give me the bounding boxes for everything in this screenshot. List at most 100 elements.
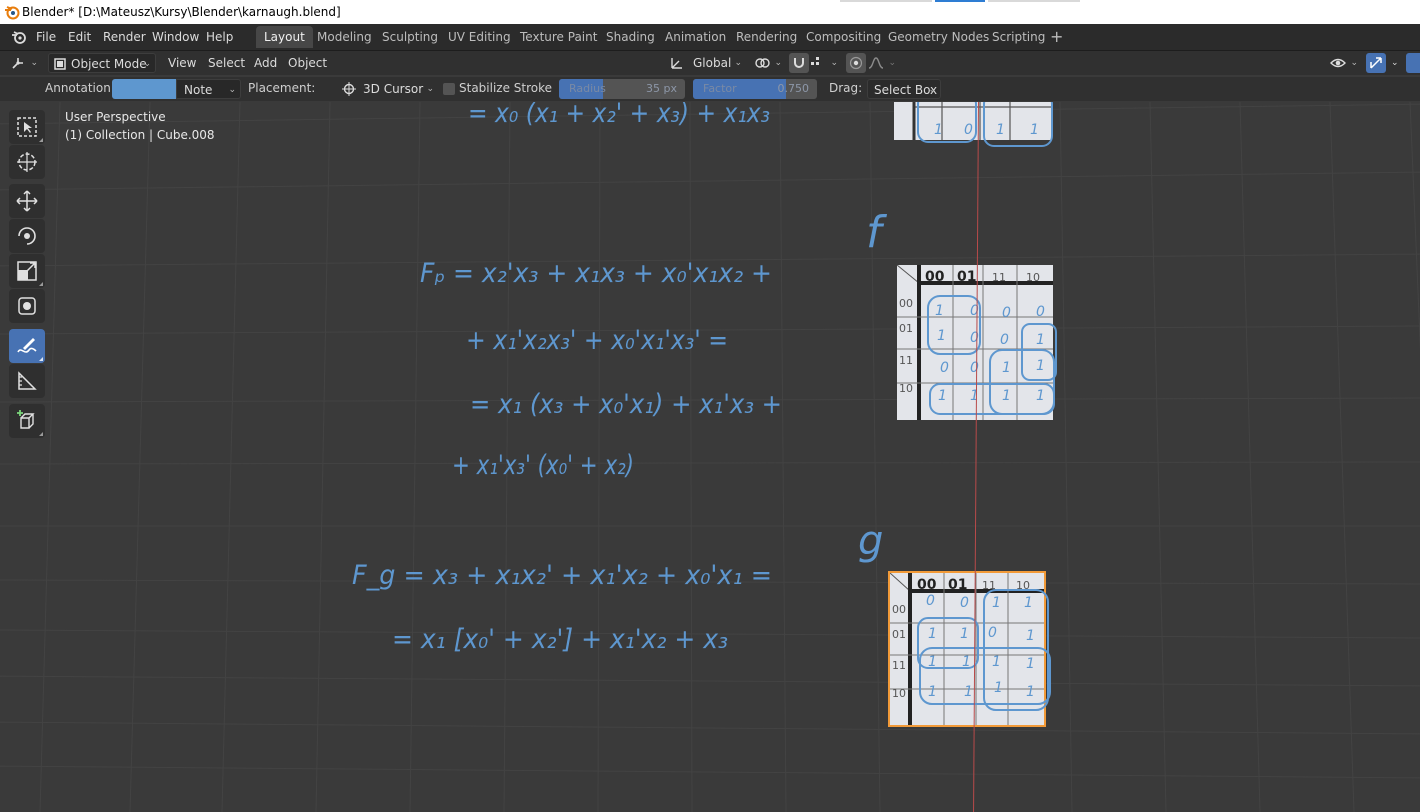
menu-select[interactable]: Select <box>208 53 245 73</box>
pivot-point-dropdown[interactable]: ⌄ <box>752 53 786 73</box>
tab-modeling[interactable]: Modeling <box>309 26 380 48</box>
menu-file[interactable]: File <box>36 28 56 46</box>
menu-add[interactable]: Add <box>254 53 277 73</box>
viewport-header: ⌄ Object Mode ⌄ View Select Add Object G… <box>0 51 1420 75</box>
titlebar-strip <box>988 0 1080 2</box>
annotation-eq-f-4: + x₁'x₃' (x₀' + x₂) <box>452 450 634 481</box>
chevron-down-icon: ⌄ <box>774 58 782 68</box>
tab-uv-editing[interactable]: UV Editing <box>440 26 519 48</box>
tool-transform[interactable] <box>9 289 45 323</box>
blender-menu-icon[interactable] <box>11 30 27 44</box>
gizmo-toggle[interactable] <box>1366 53 1386 73</box>
snap-increment-icon <box>811 57 819 65</box>
placement-label: Placement: <box>248 81 316 95</box>
menu-view[interactable]: View <box>168 53 196 73</box>
menu-object[interactable]: Object <box>288 53 327 73</box>
menu-edit[interactable]: Edit <box>68 28 91 46</box>
snap-target-dropdown[interactable]: ⌄ <box>810 53 842 73</box>
window-title: Blender* [D:\Mateusz\Kursy\Blender\karna… <box>22 5 341 19</box>
tool-measure[interactable] <box>9 364 45 398</box>
placement-value: 3D Cursor <box>363 82 424 96</box>
annotation-color-swatch[interactable] <box>112 79 176 99</box>
annotation-layer-dropdown[interactable]: Note ⌄ <box>176 79 241 99</box>
tab-rendering[interactable]: Rendering <box>728 26 805 48</box>
tool-add-cube[interactable] <box>9 404 45 438</box>
cursor-icon <box>17 152 37 172</box>
annotation-label-f: f <box>866 207 888 258</box>
stabilize-label: Stabilize Stroke <box>459 81 553 95</box>
proportional-icon <box>849 56 863 70</box>
tool-annotate[interactable] <box>9 329 45 363</box>
editor-type-icon <box>12 58 23 69</box>
magnet-icon <box>794 58 804 68</box>
add-cube-icon <box>17 410 35 429</box>
add-workspace-button[interactable]: + <box>1042 26 1071 48</box>
window-titlebar: Blender* [D:\Mateusz\Kursy\Blender\karna… <box>0 0 1420 24</box>
menu-render[interactable]: Render <box>103 28 146 46</box>
titlebar-strip <box>935 0 985 2</box>
annotation-layer-label: Note <box>184 83 213 97</box>
tool-scale[interactable] <box>9 254 45 288</box>
annotation-eq-f-1: Fₚ = x₂'x₃ + x₁x₃ + x₀'x₁x₂ + <box>420 258 772 289</box>
falloff-curve-icon <box>868 57 884 69</box>
chevron-down-icon: ⌄ <box>143 59 151 69</box>
factor-slider[interactable]: Factor 0.750 <box>693 79 817 99</box>
drag-label: Drag: <box>829 81 863 95</box>
tool-rotate[interactable] <box>9 219 45 253</box>
menu-help[interactable]: Help <box>206 28 233 46</box>
object-mode-icon <box>54 58 66 70</box>
placement-dropdown[interactable]: 3D Cursor ⌄ <box>338 79 438 99</box>
chevron-down-icon: ⌄ <box>30 58 38 68</box>
tool-variants-indicator <box>39 432 43 436</box>
visibility-dropdown[interactable]: ⌄ <box>1328 53 1362 73</box>
mode-label: Object Mode <box>71 57 147 71</box>
tool-variants-indicator <box>39 357 43 361</box>
radius-value: 35 px <box>646 82 677 95</box>
annotate-icon <box>17 338 37 353</box>
chevron-down-icon: ⌄ <box>734 58 742 68</box>
cursor-icon <box>342 82 356 96</box>
tab-texture-paint[interactable]: Texture Paint <box>512 26 605 48</box>
annotation-label-g: g <box>858 518 883 564</box>
chevron-down-icon: ⌄ <box>928 85 936 95</box>
tab-layout[interactable]: Layout <box>256 26 313 48</box>
stabilize-checkbox[interactable] <box>443 83 455 95</box>
3d-viewport[interactable]: 00 01 00 01 11 10 11 10 00 01 11 10 00 0… <box>0 102 1420 812</box>
chevron-down-icon: ⌄ <box>1350 58 1358 68</box>
scale-icon <box>17 261 37 281</box>
tool-variants-indicator <box>39 282 43 286</box>
move-icon <box>16 190 38 212</box>
chevron-down-icon: ⌄ <box>426 84 434 94</box>
mode-dropdown[interactable]: Object Mode ⌄ <box>48 53 156 73</box>
view-perspective-label: User Perspective <box>65 110 166 124</box>
annotation-eq-f-2: + x₁'x₂x₃' + x₀'x₁'x₃' = <box>466 325 728 356</box>
rotate-icon <box>18 227 36 245</box>
editor-type-dropdown[interactable]: ⌄ <box>10 53 42 73</box>
tab-animation[interactable]: Animation <box>657 26 734 48</box>
tool-select-box[interactable] <box>9 110 45 144</box>
select-box-icon <box>17 117 37 137</box>
falloff-dropdown[interactable]: ⌄ <box>868 53 900 73</box>
annotation-eq-g-1: F_g = x₃ + x₁x₂' + x₁'x₂ + x₀'x₁ = <box>352 560 772 591</box>
drag-dropdown[interactable]: Select Box ⌄ <box>867 79 941 99</box>
proportional-edit-toggle[interactable] <box>846 53 866 73</box>
snap-toggle[interactable] <box>789 53 809 73</box>
tab-sculpting[interactable]: Sculpting <box>374 26 446 48</box>
titlebar-strip <box>840 0 932 2</box>
tool-settings-bar: Annotation: Note ⌄ Placement: 3D Cursor … <box>0 77 1420 101</box>
overlay-toggle[interactable] <box>1406 53 1420 73</box>
tab-shading[interactable]: Shading <box>598 26 663 48</box>
radius-label: Radius <box>569 82 606 95</box>
tool-cursor[interactable] <box>9 145 45 179</box>
radius-slider[interactable]: Radius 35 px <box>559 79 685 99</box>
menu-window[interactable]: Window <box>152 28 199 46</box>
transform-orientation-dropdown[interactable]: Global ⌄ <box>668 53 746 73</box>
transform-icon <box>18 297 36 315</box>
tool-move[interactable] <box>9 184 45 218</box>
annotation-eq-top: = x₀ (x₁ + x₂' + x₃) + x₁x₃ <box>468 102 770 129</box>
tab-compositing[interactable]: Compositing <box>798 26 889 48</box>
chevron-down-icon[interactable]: ⌄ <box>1391 53 1399 73</box>
blender-logo-icon <box>5 6 20 20</box>
annotation-label: Annotation: <box>45 81 115 95</box>
tab-geometry-nodes[interactable]: Geometry Nodes <box>880 26 997 48</box>
